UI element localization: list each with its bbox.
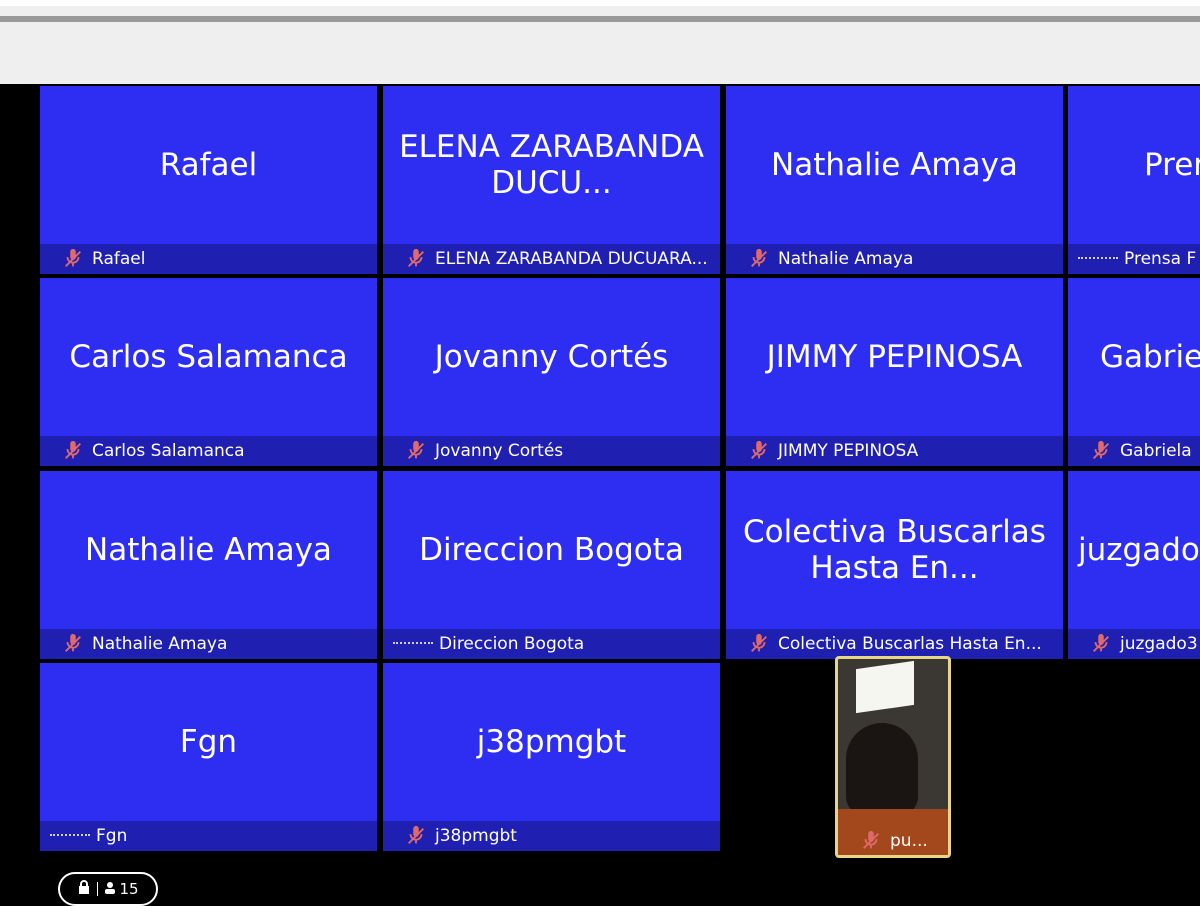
participant-name-bar: Nathalie Amaya <box>726 244 1063 274</box>
participant-label: Nathalie Amaya <box>778 249 914 269</box>
participant-name-bar: Nathalie Amaya <box>40 629 377 659</box>
participant-name-bar: j38pmgbt <box>383 821 720 851</box>
participant-label: ELENA ZARABANDA DUCUARA... <box>435 249 708 269</box>
badge-separator <box>97 882 99 896</box>
participant-display-name: Pren <box>1144 147 1200 183</box>
mic-muted-icon <box>748 440 770 462</box>
participant-display-name: Colectiva Buscarlas Hasta En... <box>743 514 1046 586</box>
mic-muted-icon <box>62 440 84 462</box>
participant-count: 15 <box>119 880 139 898</box>
participant-tile[interactable]: Direccion Bogota Direccion Bogota <box>383 471 720 659</box>
participant-tile[interactable]: j38pmgbt j38pmgbt <box>383 663 720 851</box>
participant-name-bar: Carlos Salamanca <box>40 436 377 466</box>
lock-icon <box>77 880 91 898</box>
mic-muted-icon <box>405 825 427 847</box>
ceiling-light <box>856 660 914 714</box>
participant-label: Jovanny Cortés <box>435 441 564 461</box>
participant-name-bar: Prensa F <box>1068 244 1200 274</box>
participant-label: j38pmgbt <box>435 826 517 846</box>
participant-tile[interactable]: juzgado juzgado3 <box>1068 471 1200 659</box>
participant-tile[interactable]: Fgn Fgn <box>40 663 377 851</box>
participant-label: Fgn <box>96 826 128 846</box>
participant-label: Nathalie Amaya <box>92 634 228 654</box>
participant-display-name: Carlos Salamanca <box>69 339 348 375</box>
participant-display-name: Nathalie Amaya <box>771 147 1018 183</box>
participant-label: Gabriela <box>1120 441 1192 461</box>
self-label: pu... <box>890 831 928 851</box>
participant-tile[interactable]: Gabrie Gabriela <box>1068 278 1200 466</box>
mic-muted-icon <box>405 440 427 462</box>
participant-label: Colectiva Buscarlas Hasta En... <box>778 634 1042 654</box>
participant-tile[interactable]: Colectiva Buscarlas Hasta En... Colectiv… <box>726 471 1063 659</box>
participant-label: Direccion Bogota <box>439 634 585 654</box>
audio-dots-icon <box>393 642 433 646</box>
top-divider <box>0 16 1200 22</box>
participant-display-name: Gabrie <box>1100 339 1200 375</box>
mic-muted-icon <box>1090 440 1112 462</box>
mic-muted-icon <box>1090 633 1112 655</box>
participant-display-name: Direccion Bogota <box>419 532 684 568</box>
participant-display-name: juzgado <box>1078 532 1200 568</box>
mic-muted-icon <box>860 830 882 852</box>
participant-name-bar: Gabriela <box>1068 436 1200 466</box>
self-name-bar: pu... <box>838 827 948 855</box>
participant-label: JIMMY PEPINOSA <box>778 441 919 461</box>
participant-tile[interactable]: Nathalie Amaya Nathalie Amaya <box>40 471 377 659</box>
participant-name-bar: ELENA ZARABANDA DUCUARA... <box>383 244 720 274</box>
participant-name-bar: Colectiva Buscarlas Hasta En... <box>726 629 1063 659</box>
participant-tile[interactable]: Nathalie Amaya Nathalie Amaya <box>726 86 1063 274</box>
participant-label: Prensa F <box>1124 249 1197 269</box>
mic-muted-icon <box>405 248 427 270</box>
participant-name-bar: JIMMY PEPINOSA <box>726 436 1063 466</box>
participant-tile[interactable]: Pren Prensa F <box>1068 86 1200 274</box>
participant-display-name: j38pmgbt <box>476 724 627 760</box>
participant-display-name: ELENA ZARABANDA DUCU... <box>399 129 704 201</box>
participant-display-name: Fgn <box>179 724 238 760</box>
self-view-tile[interactable]: pu... <box>835 656 951 858</box>
mic-muted-icon <box>748 248 770 270</box>
participant-display-name: JIMMY PEPINOSA <box>766 339 1023 375</box>
participant-name-bar: Fgn <box>40 821 377 851</box>
meeting-info-badge[interactable]: 15 <box>58 872 158 906</box>
participant-tile[interactable]: Carlos Salamanca Carlos Salamanca <box>40 278 377 466</box>
participant-label: Rafael <box>92 249 146 269</box>
participant-tile[interactable]: ELENA ZARABANDA DUCU... ELENA ZARABANDA … <box>383 86 720 274</box>
mic-muted-icon <box>62 248 84 270</box>
browser-top-bar <box>0 0 1200 84</box>
self-video-person <box>846 723 918 815</box>
mic-muted-icon <box>748 633 770 655</box>
participant-display-name: Rafael <box>159 147 258 183</box>
participant-grid: Rafael Rafael ELENA ZARABANDA DUCU... EL… <box>0 84 1200 864</box>
participant-label: Carlos Salamanca <box>92 441 245 461</box>
mic-muted-icon <box>62 633 84 655</box>
audio-dots-icon <box>50 834 90 838</box>
participant-name-bar: Direccion Bogota <box>383 629 720 659</box>
audio-dots-icon <box>1078 257 1118 261</box>
participant-display-name: Nathalie Amaya <box>85 532 332 568</box>
people-icon <box>104 880 116 898</box>
participant-name-bar: juzgado3 <box>1068 629 1200 659</box>
participant-tile[interactable]: JIMMY PEPINOSA JIMMY PEPINOSA <box>726 278 1063 466</box>
participant-label: juzgado3 <box>1120 634 1198 654</box>
participant-display-name: Jovanny Cortés <box>434 339 669 375</box>
participant-name-bar: Jovanny Cortés <box>383 436 720 466</box>
participant-tile[interactable]: Jovanny Cortés Jovanny Cortés <box>383 278 720 466</box>
participant-tile[interactable]: Rafael Rafael <box>40 86 377 274</box>
participant-name-bar: Rafael <box>40 244 377 274</box>
